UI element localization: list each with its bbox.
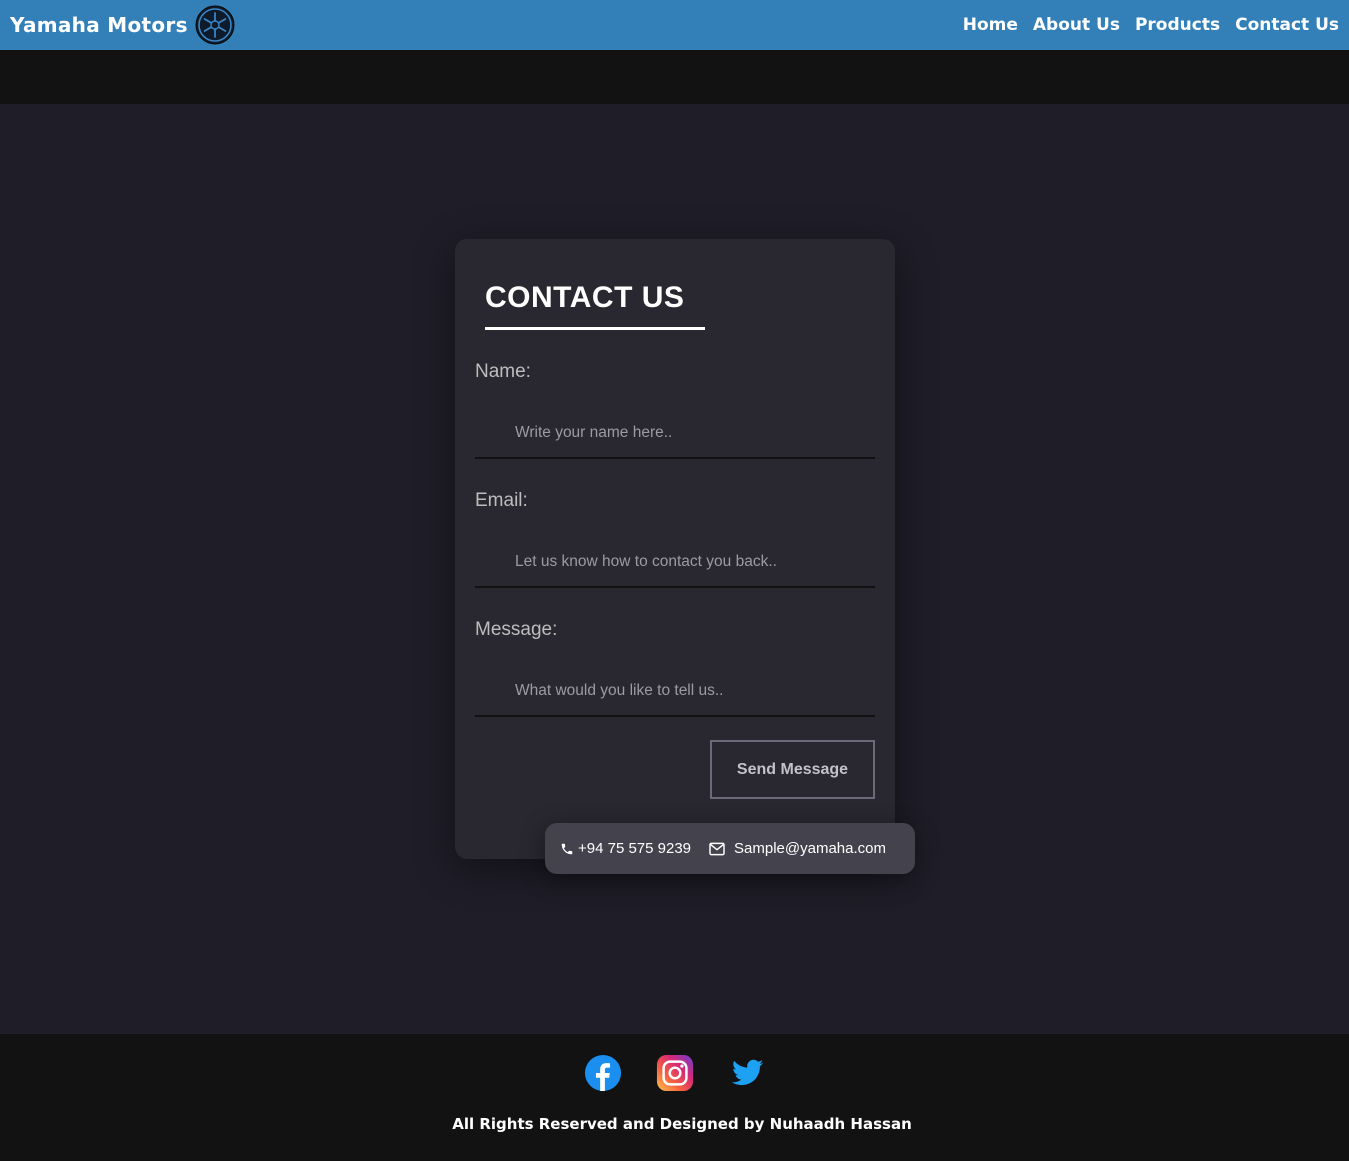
email-label: Email: xyxy=(475,490,528,511)
nav-links: Home About Us Products Contact Us xyxy=(948,15,1339,35)
contact-card: CONTACT US Name: Email: Message: Send Me… xyxy=(455,239,895,859)
footer: All Rights Reserved and Designed by Nuha… xyxy=(0,1034,1349,1161)
title-underline xyxy=(485,327,705,330)
social-links xyxy=(0,1054,1349,1092)
name-input[interactable] xyxy=(475,409,875,459)
contact-info-chip: +94 75 575 9239 Sample@yamaha.com xyxy=(545,823,915,874)
instagram-icon[interactable] xyxy=(656,1054,694,1092)
copyright-text: All Rights Reserved and Designed by Nuha… xyxy=(452,1115,912,1133)
email-address: Sample@yamaha.com xyxy=(734,840,886,857)
nav-link-about-us[interactable]: About Us xyxy=(1033,15,1120,35)
message-input[interactable] xyxy=(475,667,875,717)
navbar: Yamaha Motors Home About Us Products Con… xyxy=(0,0,1349,50)
phone-number: +94 75 575 9239 xyxy=(578,840,692,857)
nav-link-home[interactable]: Home xyxy=(963,15,1018,35)
name-label: Name: xyxy=(475,361,531,382)
message-label: Message: xyxy=(475,619,558,640)
phone-item: +94 75 575 9239 xyxy=(560,840,691,857)
brand-name[interactable]: Yamaha Motors xyxy=(10,13,188,37)
twitter-icon[interactable] xyxy=(728,1054,766,1092)
phone-icon xyxy=(561,843,573,854)
contact-title: CONTACT US xyxy=(485,281,685,314)
send-message-button[interactable]: Send Message xyxy=(710,740,875,799)
header-strip xyxy=(0,50,1349,104)
brand[interactable]: Yamaha Motors xyxy=(10,5,235,45)
email-item: Sample@yamaha.com xyxy=(709,840,886,857)
email-input[interactable] xyxy=(475,538,875,588)
nav-link-contact-us[interactable]: Contact Us xyxy=(1235,15,1339,35)
nav-link-products[interactable]: Products xyxy=(1135,15,1220,35)
yamaha-logo-icon[interactable] xyxy=(195,5,235,45)
facebook-icon[interactable] xyxy=(584,1054,622,1092)
envelope-icon xyxy=(709,842,725,855)
